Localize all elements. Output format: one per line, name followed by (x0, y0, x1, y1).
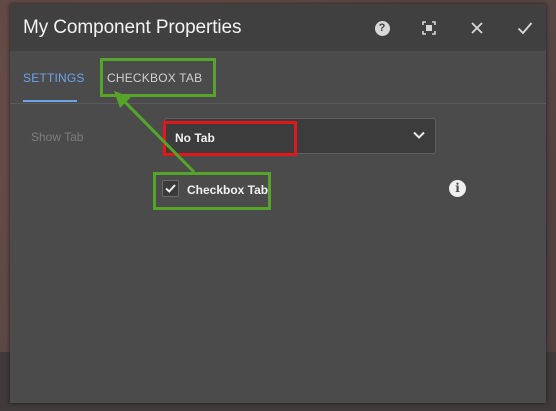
component-properties-dialog: My Component Properties ? SETTINGS CHECK… (10, 4, 546, 403)
annotation-arrow (114, 91, 196, 174)
